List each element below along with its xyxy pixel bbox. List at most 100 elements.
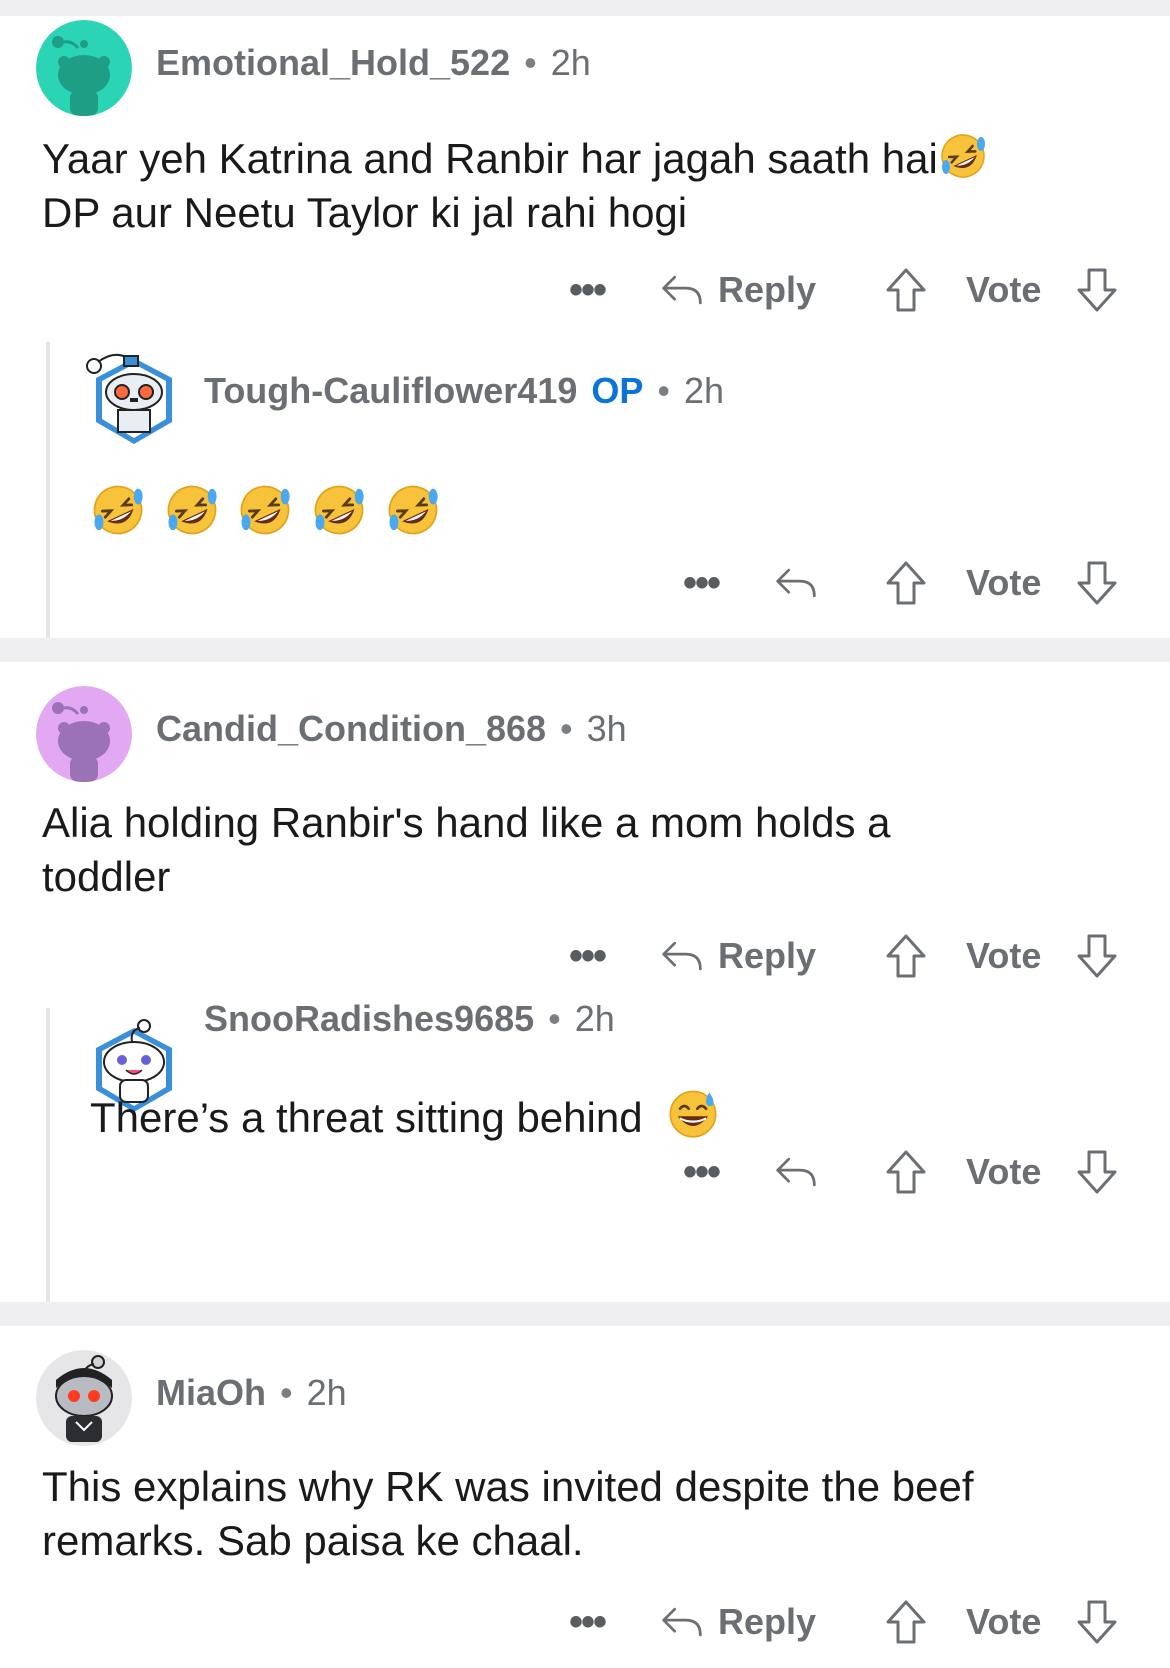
- upvote-button[interactable]: [884, 553, 928, 613]
- upvote-button[interactable]: [884, 1592, 928, 1652]
- downvote-button[interactable]: [1075, 926, 1119, 986]
- comment-text-line: There’s a threat sitting behind: [90, 1094, 643, 1141]
- upvote-arrow-icon: [884, 266, 928, 314]
- timestamp: 2h: [683, 370, 725, 411]
- comment-actions: ••• Vote: [0, 1142, 1170, 1202]
- comment-divider: [0, 638, 1170, 662]
- reply-button[interactable]: [774, 553, 818, 613]
- reply-arrow-icon: [774, 564, 818, 602]
- comment-1: Emotional_Hold_522 • 2h Yaar yeh Katrina a…: [0, 16, 1170, 638]
- rolling-laughing-emoji-icon: [385, 482, 441, 538]
- reply-label: Reply: [718, 935, 817, 976]
- comment-body: [90, 482, 441, 543]
- vote-label: Vote: [966, 269, 1042, 310]
- comment-divider: [0, 1302, 1170, 1326]
- downvote-arrow-icon: [1075, 1598, 1119, 1646]
- comment-actions: ••• Vote: [0, 553, 1170, 613]
- vote-label: Vote: [966, 935, 1042, 976]
- more-dots-icon[interactable]: •••: [562, 260, 612, 320]
- avatar[interactable]: [36, 686, 132, 782]
- sweat-smile-emoji-icon: [666, 1086, 720, 1140]
- downvote-button[interactable]: [1075, 260, 1119, 320]
- username[interactable]: Emotional_Hold_522: [156, 42, 510, 83]
- snoo-avatar-icon: [36, 20, 132, 116]
- downvote-button[interactable]: [1075, 553, 1119, 613]
- separator: •: [560, 708, 573, 749]
- upvote-button[interactable]: [884, 260, 928, 320]
- upvote-arrow-icon: [884, 1148, 928, 1196]
- downvote-arrow-icon: [1075, 266, 1119, 314]
- comment-meta: SnooRadishes9685 • 2h: [204, 998, 615, 1040]
- avatar[interactable]: [36, 20, 132, 116]
- top-divider: [0, 0, 1170, 16]
- comment-actions: ••• Reply Vote: [0, 926, 1170, 986]
- downvote-button[interactable]: [1075, 1592, 1119, 1652]
- timestamp: 2h: [574, 998, 615, 1039]
- upvote-arrow-icon: [884, 1598, 928, 1646]
- reply-arrow-icon: [660, 937, 704, 975]
- vote-label: Vote: [966, 1601, 1042, 1642]
- comment-text-line: Alia holding Ranbir's hand like a mom ho…: [42, 799, 891, 846]
- comment-meta: Tough-Cauliflower419 OP • 2h: [204, 370, 724, 412]
- username[interactable]: Candid_Condition_868: [156, 708, 546, 749]
- timestamp: 3h: [586, 708, 627, 749]
- upvote-button[interactable]: [884, 1142, 928, 1202]
- reply-arrow-icon: [660, 1603, 704, 1641]
- comment-text-line: This explains why RK was invited despite…: [42, 1463, 974, 1510]
- downvote-button[interactable]: [1075, 1142, 1119, 1202]
- downvote-arrow-icon: [1075, 1148, 1119, 1196]
- reply-button[interactable]: Reply: [660, 926, 816, 986]
- separator: •: [657, 370, 670, 411]
- more-dots-icon[interactable]: •••: [676, 1142, 726, 1202]
- downvote-arrow-icon: [1075, 932, 1119, 980]
- vote-label: Vote: [966, 562, 1042, 603]
- more-dots-icon[interactable]: •••: [562, 926, 612, 986]
- reply-button[interactable]: Reply: [660, 1592, 816, 1652]
- comment-text-line: toddler: [42, 853, 171, 900]
- comment-text-line: DP aur Neetu Taylor ki jal rahi hogi: [42, 189, 688, 236]
- reply-arrow-icon: [774, 1153, 818, 1191]
- reply-label: Reply: [718, 1601, 817, 1642]
- snoo-avatar-icon: [36, 1350, 132, 1446]
- comment-body: Alia holding Ranbir's hand like a mom ho…: [42, 796, 891, 904]
- avatar[interactable]: [86, 350, 182, 446]
- more-dots-icon[interactable]: •••: [562, 1592, 612, 1652]
- comment-meta: Emotional_Hold_522 • 2h: [156, 42, 591, 84]
- username[interactable]: SnooRadishes9685: [204, 998, 534, 1039]
- comment-3: MiaOh • 2h This explains why RK was invite…: [0, 1326, 1170, 1668]
- timestamp: 2h: [306, 1372, 347, 1413]
- reply-button[interactable]: [774, 1142, 818, 1202]
- comment-meta: Candid_Condition_868 • 3h: [156, 708, 627, 750]
- comment-actions: ••• Reply Vote: [0, 1592, 1170, 1652]
- comment-actions: ••• Reply Vote: [0, 260, 1170, 320]
- vote-label: Vote: [966, 1151, 1042, 1192]
- reply-button[interactable]: Reply: [660, 260, 816, 320]
- comment-body: This explains why RK was invited despite…: [42, 1460, 974, 1568]
- separator: •: [524, 42, 537, 83]
- rolling-laughing-emoji-icon: [938, 131, 988, 181]
- rolling-laughing-emoji-icon: [311, 482, 367, 538]
- upvote-arrow-icon: [884, 559, 928, 607]
- upvote-button[interactable]: [884, 926, 928, 986]
- timestamp: 2h: [550, 42, 591, 83]
- username[interactable]: MiaOh: [156, 1372, 266, 1413]
- robot-snoo-avatar-icon: [86, 353, 172, 444]
- comment-text-line: Yaar yeh Katrina and Ranbir har jagah sa…: [42, 135, 938, 182]
- more-dots-icon[interactable]: •••: [676, 553, 726, 613]
- comment-meta: MiaOh • 2h: [156, 1372, 347, 1414]
- comment-2: Candid_Condition_868 • 3h Alia holding Ran…: [0, 662, 1170, 1302]
- comment-feed: Emotional_Hold_522 • 2h Yaar yeh Katrina a…: [0, 0, 1170, 1668]
- snoo-avatar-icon: [36, 686, 132, 782]
- username[interactable]: Tough-Cauliflower419: [204, 370, 577, 411]
- op-badge: OP: [591, 370, 644, 411]
- rolling-laughing-emoji-icon: [164, 482, 220, 538]
- separator: •: [280, 1372, 293, 1413]
- separator: •: [548, 998, 561, 1039]
- reply-arrow-icon: [660, 271, 704, 309]
- rolling-laughing-emoji-icon: [90, 482, 146, 538]
- comment-body: There’s a threat sitting behind: [90, 1086, 720, 1145]
- upvote-arrow-icon: [884, 932, 928, 980]
- downvote-arrow-icon: [1075, 559, 1119, 607]
- comment-body: Yaar yeh Katrina and Ranbir har jagah sa…: [42, 131, 988, 240]
- avatar[interactable]: [36, 1350, 132, 1446]
